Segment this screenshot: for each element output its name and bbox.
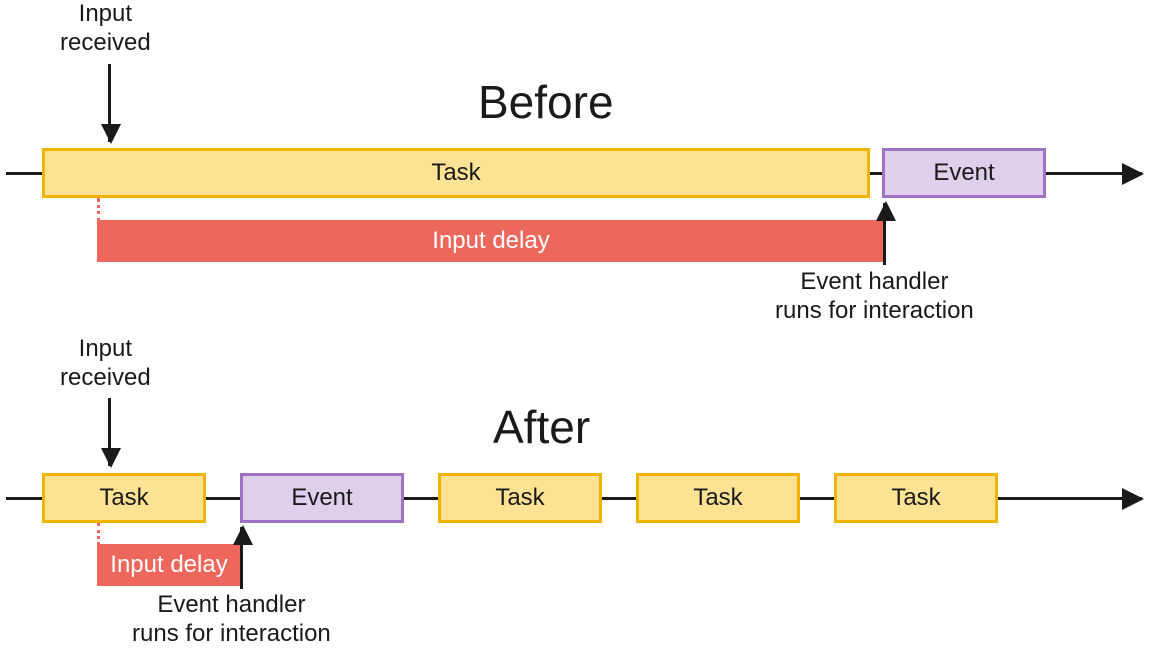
task-box-before: Task (42, 148, 870, 198)
task-box-after-4: Task (834, 473, 998, 523)
label-input-received-after: Input received (60, 335, 151, 393)
task-box-after-3: Task (636, 473, 800, 523)
diagram-stage: Before Input received Task Event Input d… (0, 0, 1155, 647)
task-box-after-1: Task (42, 473, 206, 523)
delay-box-before: Input delay (97, 220, 885, 262)
delay-box-after: Input delay (97, 544, 241, 586)
label-event-handler-after: Event handler runs for interaction (132, 591, 331, 649)
dotted-before (97, 198, 100, 222)
label-event-handler-before: Event handler runs for interaction (775, 268, 974, 326)
arrow-input-before (108, 64, 111, 142)
arrow-event-after (240, 527, 243, 589)
title-before: Before (478, 75, 614, 129)
event-box-after: Event (240, 473, 404, 523)
label-input-received-before: Input received (60, 0, 151, 58)
task-box-after-2: Task (438, 473, 602, 523)
arrow-event-before (883, 203, 886, 265)
title-after: After (493, 400, 590, 454)
event-box-before: Event (882, 148, 1046, 198)
dotted-after (97, 523, 100, 545)
arrow-input-after (108, 398, 111, 466)
